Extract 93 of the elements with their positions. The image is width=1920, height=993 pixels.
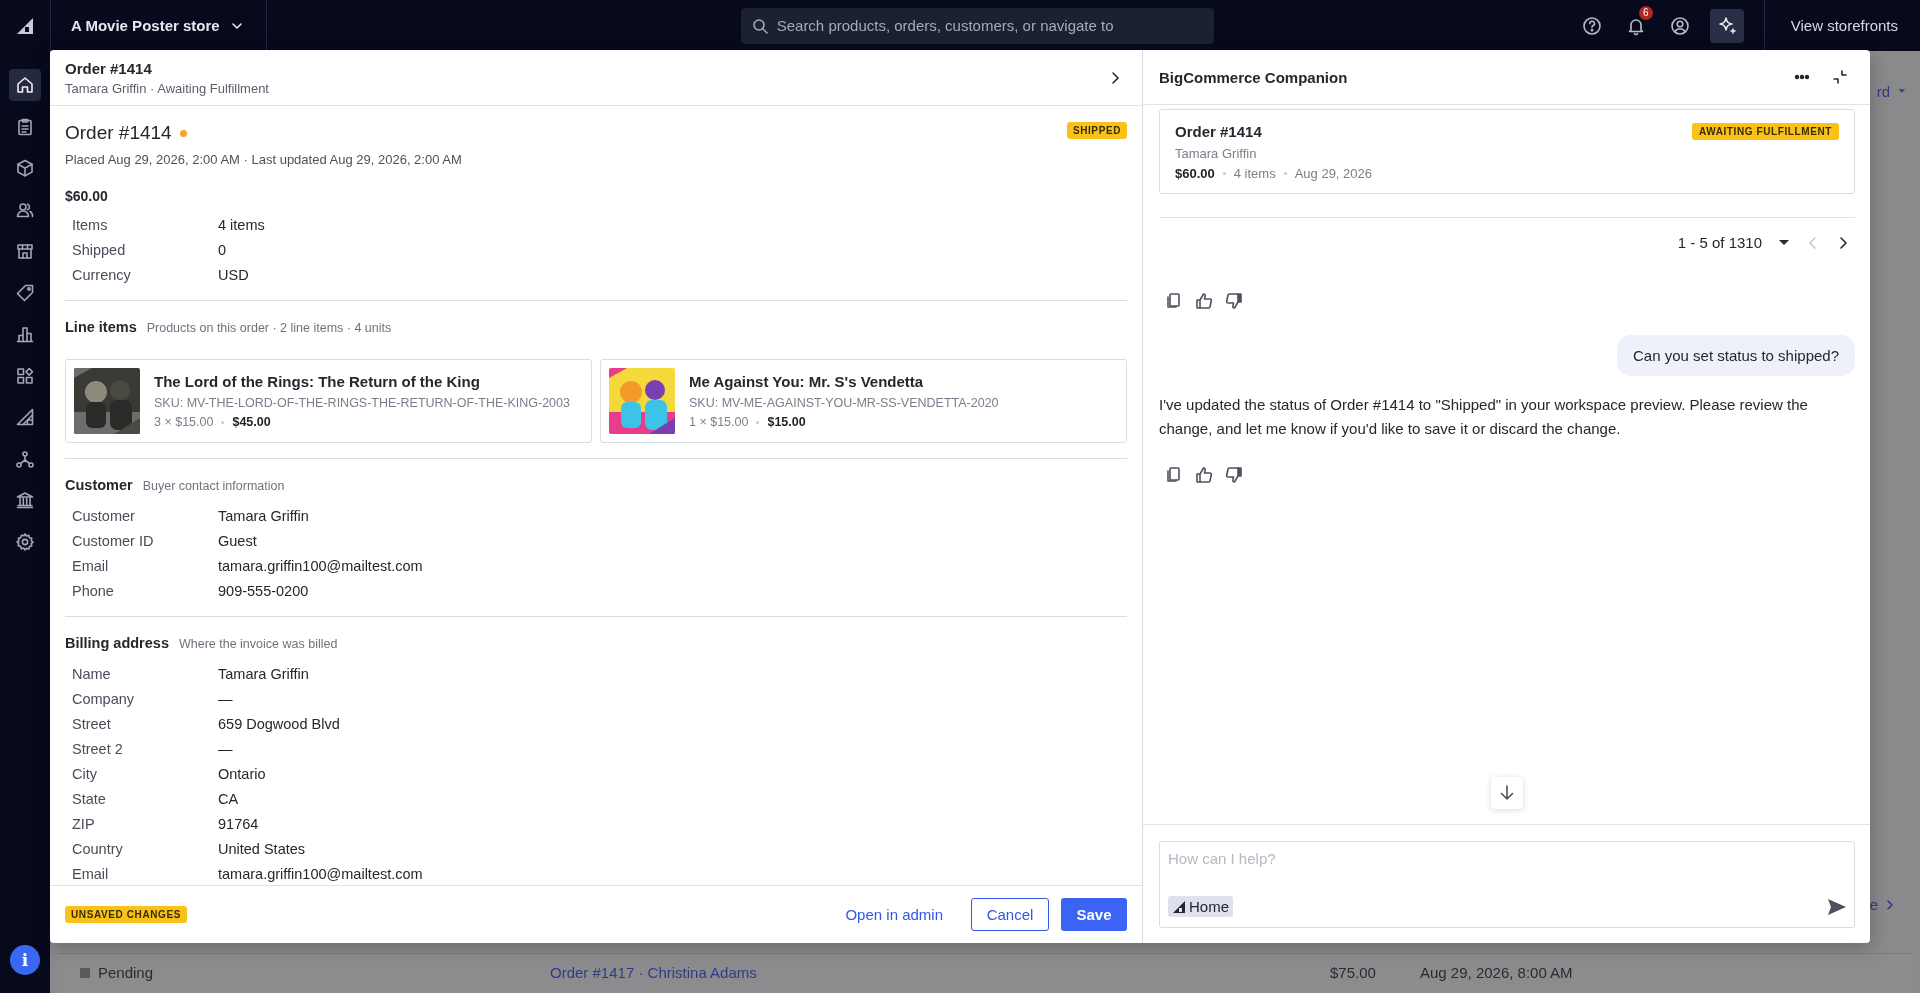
field-value: 4 items — [218, 216, 266, 235]
page-range: 1 - 5 of 1310 — [1677, 234, 1762, 251]
field-label: State — [72, 790, 107, 809]
product-sku: SKU: MV-ME-AGAINST-YOU-MR-SS-VENDETTA-2020 — [689, 396, 999, 410]
user-message: Can you set status to shipped? — [1617, 335, 1855, 376]
assistant-button[interactable] — [1709, 8, 1744, 43]
order-title: Order #1414 — [1175, 123, 1262, 140]
line-item-card[interactable]: Me Against You: Mr. S's Vendetta SKU: MV-ME-AGAINST-YOU-MR-SS-VENDETTA-2020 1 × $15.00 $15.00 — [600, 359, 1127, 443]
field-value: Guest — [218, 532, 258, 551]
status-text: Pending — [98, 964, 154, 981]
field-label: Currency — [72, 266, 132, 285]
unsaved-badge: UNSAVED CHANGES — [65, 906, 187, 923]
item-count: 4 items — [1233, 166, 1276, 181]
field-label: Email — [72, 557, 110, 576]
search-field[interactable]: Search products, orders, customers, or navigate to — [740, 7, 1214, 44]
field-label: City — [72, 765, 98, 784]
status-badge: AWAITING FULFILLMENT — [1691, 123, 1839, 140]
quantity-price: 1 × $15.00 — [689, 415, 749, 429]
context-chip[interactable]: Home — [1168, 896, 1233, 917]
field-label: Phone — [72, 582, 115, 601]
cancel-button[interactable]: Cancel — [971, 898, 1049, 931]
field-value: — — [218, 740, 234, 759]
field-value: 91764 — [218, 815, 260, 834]
field-value: USD — [218, 266, 250, 285]
open-in-admin-link[interactable]: Open in admin — [829, 906, 959, 923]
line-total: $15.00 — [767, 415, 806, 429]
order-total: $60.00 — [65, 188, 109, 204]
field-label: Street — [72, 715, 112, 734]
field-label: Shipped — [72, 241, 127, 260]
field-value: Tamara Griffin — [218, 665, 310, 684]
field-value: tamara.griffin100@mailtest.com — [218, 865, 424, 884]
scroll-down-button[interactable] — [1491, 777, 1523, 809]
section-subtitle: Products on this order · 2 line items · 4 units — [146, 321, 392, 335]
thumbs-down-icon[interactable] — [1224, 291, 1244, 311]
field-label: Email — [72, 865, 110, 884]
panel-title: Order #1414 — [65, 59, 153, 77]
order-total: $75.00 — [1330, 964, 1377, 981]
section-title: Line items — [65, 319, 137, 335]
quantity-price: 3 × $15.00 — [154, 415, 214, 429]
send-icon[interactable] — [1826, 897, 1846, 917]
field-value: tamara.griffin100@mailtest.com — [218, 557, 424, 576]
order-date: Aug 29, 2026, 8:00 AM — [1420, 964, 1573, 981]
home-icon[interactable] — [9, 69, 41, 101]
assistant-message: I've updated the status of Order #1414 to "Shipped" in your workspace preview. Please review the change, and let me know if you'd like to save it or discard the change. — [1159, 395, 1809, 439]
order-title: Order #1414 — [65, 122, 172, 144]
field-label: Country — [72, 840, 124, 859]
field-value: 909-555-0200 — [218, 582, 310, 601]
companion-title: BigCommerce Companion — [1159, 68, 1349, 86]
product-sku: SKU: MV-THE-LORD-OF-THE-RINGS-THE-RETURN-OF-THE-KING-2003 — [154, 396, 570, 410]
save-button[interactable]: Save — [1061, 898, 1127, 931]
thumbs-up-icon[interactable] — [1194, 291, 1214, 311]
chevron-right-icon — [1884, 898, 1896, 911]
section-title: Customer — [65, 477, 133, 493]
search-icon — [751, 17, 768, 34]
collapse-icon[interactable] — [1832, 69, 1848, 85]
info-button[interactable]: i — [10, 945, 40, 975]
field-value: Tamara Griffin — [218, 507, 310, 526]
line-total: $45.00 — [232, 415, 271, 429]
field-value: 659 Dogwood Blvd — [218, 715, 341, 734]
help-icon[interactable] — [1581, 15, 1602, 36]
field-label: Customer — [72, 507, 136, 526]
field-label: Street 2 — [72, 740, 124, 759]
user-icon[interactable] — [1669, 15, 1690, 36]
section-title: Billing address — [65, 635, 169, 651]
field-value: United States — [218, 840, 307, 859]
thumbs-down-icon[interactable] — [1224, 465, 1244, 485]
field-label: Customer ID — [72, 532, 155, 551]
order-total: $60.00 — [1175, 166, 1215, 181]
field-label: Company — [72, 690, 136, 709]
customer-name: Tamara Griffin — [1175, 146, 1258, 161]
field-value: Ontario — [218, 765, 267, 784]
field-label: ZIP — [72, 815, 96, 834]
field-value: — — [218, 690, 234, 709]
order-meta: Placed Aug 29, 2026, 2:00 AM · Last updated Aug 29, 2026, 2:00 AM — [65, 152, 462, 167]
thumbs-up-icon[interactable] — [1194, 465, 1214, 485]
field-value: 0 — [218, 241, 228, 260]
arrow-down-icon — [1498, 784, 1516, 802]
order-card[interactable]: Order #1414 AWAITING FULFILLMENT Tamara Griffin $60.00 4 items Aug 29, 2026 — [1159, 109, 1855, 194]
product-name: The Lord of the Rings: The Return of the King — [154, 373, 481, 390]
store-logo-icon — [1172, 899, 1186, 914]
notification-count: 6 — [1638, 5, 1653, 20]
section-subtitle: Where the invoice was billed — [178, 637, 338, 651]
line-item-card[interactable]: The Lord of the Rings: The Return of the King SKU: MV-THE-LORD-OF-THE-RINGS-THE-RETURN-OF-THE-KING-2003 3 × $15.00 $45.00 — [65, 359, 592, 443]
sparkle-icon — [1716, 15, 1737, 36]
field-value: CA — [218, 790, 240, 809]
field-label: Items — [72, 216, 109, 235]
panel-subtitle: Tamara Griffin · Awaiting Fulfillment — [65, 80, 269, 96]
status-badge: SHIPPED — [1066, 122, 1127, 139]
product-name: Me Against You: Mr. S's Vendetta — [689, 373, 925, 390]
order-date: Aug 29, 2026 — [1294, 166, 1373, 181]
field-label: Name — [72, 665, 112, 684]
order-link[interactable]: Order #1417 · Christina Adams — [550, 964, 757, 981]
section-subtitle: Buyer contact information — [142, 479, 285, 493]
